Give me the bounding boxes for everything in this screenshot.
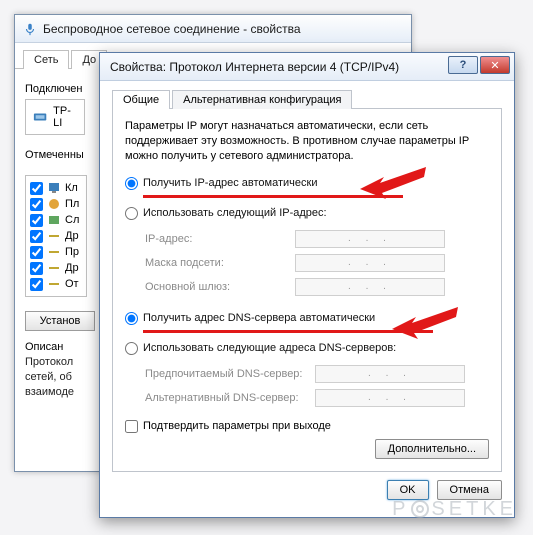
validate-label: Подтвердить параметры при выходе — [143, 420, 331, 432]
tab-general[interactable]: Общие — [112, 90, 170, 109]
dns-fields: Предпочитаемый DNS-сервер:. . . Альтерна… — [145, 362, 489, 410]
protocol-icon — [47, 245, 61, 259]
list-item-label: Др — [65, 262, 79, 274]
gateway-input: . . . — [295, 278, 445, 296]
intro-text: Параметры IP могут назначаться автоматич… — [125, 119, 489, 164]
list-item-label: Пр — [65, 246, 79, 258]
dns-alt-label: Альтернативный DNS-сервер: — [145, 392, 315, 404]
ip-address-input: . . . — [295, 230, 445, 248]
tab-alternate-config[interactable]: Альтернативная конфигурация — [172, 90, 352, 109]
dns-auto-radio[interactable] — [125, 312, 138, 325]
subnet-mask-label: Маска подсети: — [145, 257, 295, 269]
microphone-icon — [23, 22, 37, 36]
dns-auto-row[interactable]: Получить адрес DNS-сервера автоматически — [125, 309, 489, 328]
tcpip-properties-window: Свойства: Протокол Интернета версии 4 (T… — [99, 52, 515, 518]
service-icon — [47, 213, 61, 227]
ip-fields: IP-адрес:. . . Маска подсети:. . . Основ… — [145, 227, 489, 299]
dns-alt-input: . . . — [315, 389, 465, 407]
ip-address-label: IP-адрес: — [145, 233, 295, 245]
list-item[interactable]: Др — [30, 260, 82, 276]
dialog-footer: OK Отмена — [112, 472, 502, 500]
list-item-label: Пл — [65, 198, 79, 210]
component-checkbox[interactable] — [30, 278, 43, 291]
dns-manual-row[interactable]: Использовать следующие адреса DNS-сервер… — [125, 339, 489, 358]
list-item-label: Сл — [65, 214, 79, 226]
annotation-underline-dns — [143, 330, 433, 333]
help-button[interactable]: ? — [448, 56, 478, 74]
ip-manual-radio[interactable] — [125, 207, 138, 220]
component-checkbox[interactable] — [30, 230, 43, 243]
titlebar-buttons: ? ✕ — [448, 53, 510, 74]
ok-button[interactable]: OK — [387, 480, 429, 500]
validate-checkbox[interactable] — [125, 420, 138, 433]
list-item[interactable]: Пр — [30, 244, 82, 260]
install-button[interactable]: Установ — [25, 311, 95, 331]
cancel-button[interactable]: Отмена — [437, 480, 502, 500]
dns-auto-label: Получить адрес DNS-сервера автоматически — [143, 312, 375, 324]
dns-pref-label: Предпочитаемый DNS-сервер: — [145, 368, 315, 380]
ip-auto-row[interactable]: Получить IP-адрес автоматически — [125, 174, 489, 193]
component-checkbox[interactable] — [30, 182, 43, 195]
list-item[interactable]: Пл — [30, 196, 82, 212]
list-item-label: Кл — [65, 182, 78, 194]
protocol-icon — [47, 261, 61, 275]
protocol-icon — [47, 229, 61, 243]
adapter-icon — [33, 109, 47, 125]
ip-auto-label: Получить IP-адрес автоматически — [143, 177, 317, 189]
dns-manual-label: Использовать следующие адреса DNS-сервер… — [143, 342, 396, 354]
help-glyph: ? — [460, 59, 467, 71]
component-checkbox[interactable] — [30, 198, 43, 211]
list-item-label: Др — [65, 230, 79, 242]
validate-on-exit-row[interactable]: Подтвердить параметры при выходе — [125, 420, 489, 433]
protocol-icon — [47, 277, 61, 291]
list-item-label: От — [65, 278, 79, 290]
parent-titlebar[interactable]: Беспроводное сетевое соединение - свойст… — [15, 15, 411, 43]
tcpip-tabs: Общие Альтернативная конфигурация — [112, 89, 502, 109]
ip-manual-label: Использовать следующий IP-адрес: — [143, 207, 327, 219]
component-checkbox[interactable] — [30, 214, 43, 227]
close-button[interactable]: ✕ — [480, 56, 510, 74]
close-icon: ✕ — [490, 59, 499, 72]
gateway-label: Основной шлюз: — [145, 281, 295, 293]
client-icon — [47, 181, 61, 195]
list-item[interactable]: От — [30, 276, 82, 292]
subnet-mask-input: . . . — [295, 254, 445, 272]
tcpip-titlebar[interactable]: Свойства: Протокол Интернета версии 4 (T… — [100, 53, 514, 81]
list-item[interactable]: Др — [30, 228, 82, 244]
ip-manual-row[interactable]: Использовать следующий IP-адрес: — [125, 204, 489, 223]
list-item[interactable]: Кл — [30, 180, 82, 196]
general-pane: Параметры IP могут назначаться автоматич… — [112, 109, 502, 472]
component-checkbox[interactable] — [30, 246, 43, 259]
list-item[interactable]: Сл — [30, 212, 82, 228]
advanced-button[interactable]: Дополнительно... — [375, 439, 489, 459]
scheduler-icon — [47, 197, 61, 211]
parent-tab-network[interactable]: Сеть — [23, 50, 69, 69]
adapter-name: TP-LI — [53, 105, 77, 129]
component-checkbox[interactable] — [30, 262, 43, 275]
parent-window-title: Беспроводное сетевое соединение - свойст… — [43, 22, 301, 36]
components-list: Кл Пл Сл Др Пр — [25, 175, 87, 297]
ip-auto-radio[interactable] — [125, 177, 138, 190]
tcpip-body: Общие Альтернативная конфигурация Параме… — [100, 81, 514, 510]
dns-manual-radio[interactable] — [125, 342, 138, 355]
adapter-box[interactable]: TP-LI — [25, 99, 85, 135]
tcpip-window-title: Свойства: Протокол Интернета версии 4 (T… — [110, 60, 399, 74]
annotation-underline-ip — [143, 195, 403, 198]
dns-pref-input: . . . — [315, 365, 465, 383]
